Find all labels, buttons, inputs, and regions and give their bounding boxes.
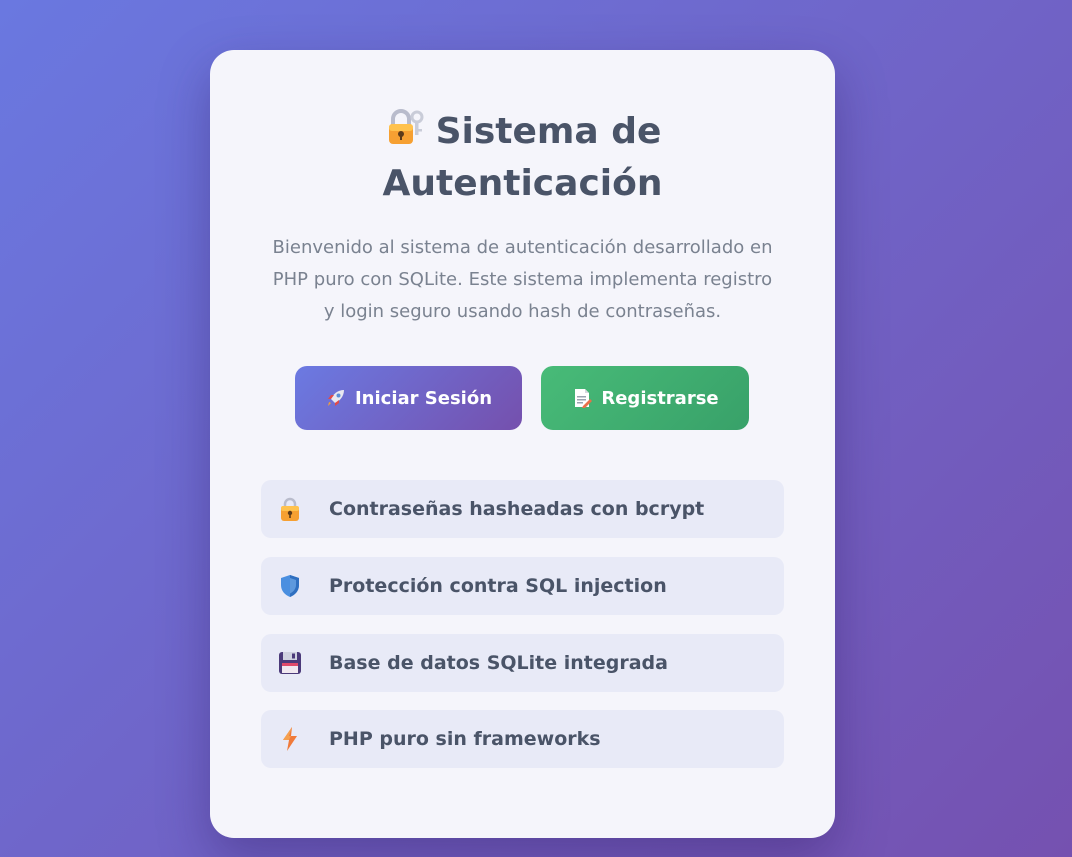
- feature-item-sql-injection: Protección contra SQL injection: [261, 557, 784, 615]
- floppy-disk-icon: [277, 650, 303, 676]
- shield-icon: [277, 573, 303, 599]
- feature-item-php: PHP puro sin frameworks: [261, 710, 784, 768]
- feature-item-bcrypt: Contraseñas hasheadas con bcrypt: [261, 480, 784, 538]
- lightning-icon: [277, 726, 303, 752]
- memo-icon: [571, 387, 593, 409]
- feature-label: Base de datos SQLite integrada: [329, 652, 668, 674]
- register-button-label: Registrarse: [601, 387, 719, 409]
- page-title: Sistema de Autenticación: [210, 106, 835, 210]
- feature-label: PHP puro sin frameworks: [329, 728, 601, 750]
- feature-label: Protección contra SQL injection: [329, 575, 667, 597]
- feature-label: Contraseñas hasheadas con bcrypt: [329, 498, 705, 520]
- lock-with-key-icon: [384, 107, 426, 149]
- page-title-wrapper: Sistema de Autenticación: [353, 106, 693, 210]
- auth-card: Sistema de Autenticación Bienvenido al s…: [210, 50, 835, 838]
- lock-icon: [277, 496, 303, 522]
- register-button[interactable]: Registrarse: [541, 366, 749, 430]
- login-button[interactable]: Iniciar Sesión: [295, 366, 522, 430]
- intro-description: Bienvenido al sistema de autenticación d…: [272, 237, 773, 322]
- login-button-label: Iniciar Sesión: [354, 387, 493, 409]
- feature-item-sqlite: Base de datos SQLite integrada: [261, 634, 784, 692]
- rocket-icon: [325, 387, 347, 409]
